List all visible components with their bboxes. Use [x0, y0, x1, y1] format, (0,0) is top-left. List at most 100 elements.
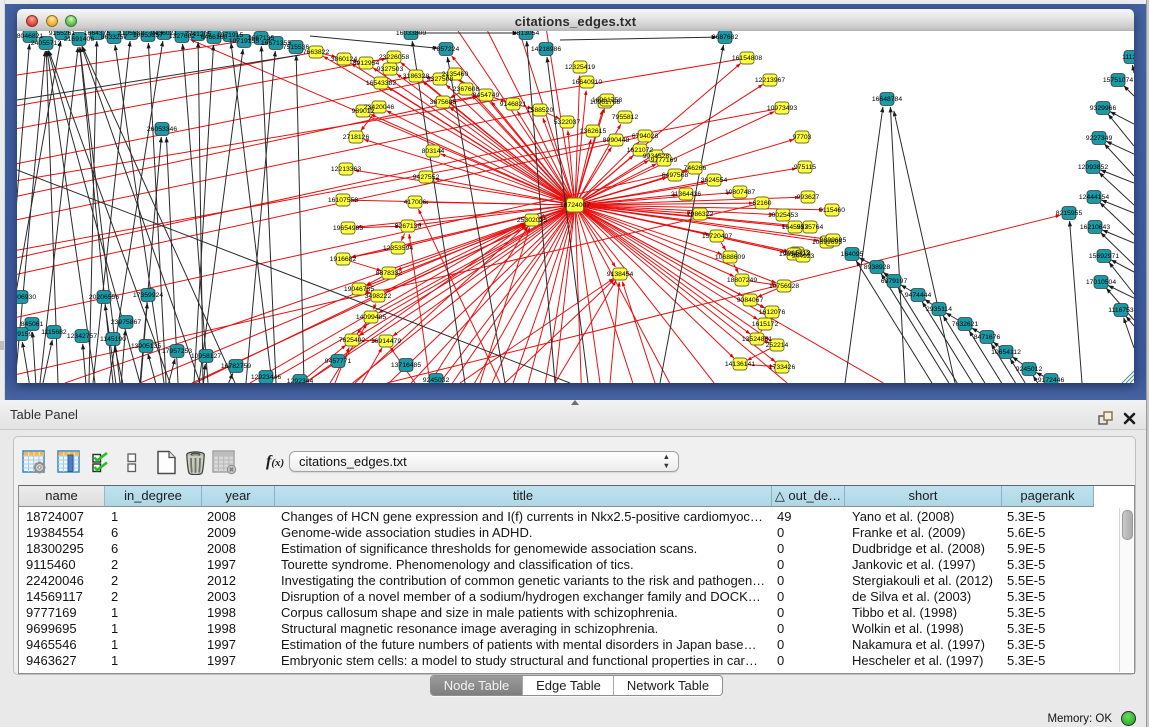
svg-text:746266: 746266 — [684, 165, 707, 172]
svg-text:164095: 164095 — [841, 251, 864, 258]
svg-text:23226058: 23226058 — [379, 54, 409, 61]
svg-text:7625402: 7625402 — [339, 337, 366, 344]
svg-text:15692971: 15692971 — [1089, 253, 1119, 260]
svg-text:845061: 845061 — [21, 321, 44, 328]
svg-text:1116753: 1116753 — [1108, 307, 1134, 314]
svg-text:1733426: 1733426 — [769, 364, 796, 371]
svg-text:12342757: 12342757 — [67, 333, 97, 340]
svg-text:3498222: 3498222 — [365, 293, 392, 300]
svg-text:10025453: 10025453 — [768, 212, 798, 219]
svg-text:16210643: 16210643 — [1080, 224, 1110, 231]
svg-text:18807249: 18807249 — [727, 277, 757, 284]
svg-text:9115460: 9115460 — [819, 207, 845, 214]
svg-text:975115: 975115 — [794, 164, 816, 171]
svg-text:25302035: 25302035 — [517, 217, 547, 224]
svg-text:9899695: 9899695 — [820, 237, 847, 244]
svg-text:944923: 944923 — [792, 253, 815, 260]
svg-text:2935114: 2935114 — [926, 306, 952, 313]
svg-text:2687682: 2687682 — [712, 34, 739, 41]
svg-text:8046821: 8046821 — [17, 33, 43, 40]
svg-text:21364436: 21364436 — [671, 191, 701, 198]
svg-text:26053346: 26053346 — [147, 126, 177, 133]
svg-text:1612076: 1612076 — [759, 309, 786, 316]
svg-text:10807487: 10807487 — [725, 189, 755, 196]
svg-text:8215955: 8215955 — [1056, 210, 1083, 217]
svg-text:16107553: 16107553 — [328, 197, 358, 204]
svg-text:7632621: 7632621 — [952, 321, 979, 328]
svg-text:9575764: 9575764 — [797, 224, 824, 231]
svg-text:1588520: 1588520 — [527, 107, 554, 114]
svg-text:8454749: 8454749 — [473, 92, 500, 99]
svg-text:21691406: 21691406 — [64, 36, 94, 43]
svg-text:2718126: 2718126 — [343, 134, 370, 141]
svg-text:14136141: 14136141 — [725, 361, 755, 368]
svg-text:97703: 97703 — [793, 134, 812, 141]
svg-text:9777169: 9777169 — [651, 157, 678, 164]
svg-text:8990448: 8990448 — [603, 137, 630, 144]
svg-text:16640910: 16640910 — [572, 79, 602, 86]
svg-text:16782759: 16782759 — [221, 363, 251, 370]
svg-text:8912954: 8912954 — [353, 60, 380, 67]
svg-text:9327503: 9327503 — [377, 66, 404, 73]
svg-text:23975867: 23975867 — [111, 319, 141, 326]
svg-text:3624554: 3624554 — [701, 177, 728, 184]
svg-text:16154808: 16154808 — [732, 55, 762, 62]
svg-text:8267130: 8267130 — [395, 223, 422, 230]
svg-text:12213967: 12213967 — [755, 77, 785, 84]
svg-text:1115682: 1115682 — [41, 329, 67, 336]
svg-text:9427552: 9427552 — [413, 174, 440, 181]
svg-text:9474444: 9474444 — [905, 292, 932, 299]
svg-text:7663822: 7663822 — [303, 49, 330, 56]
svg-text:9172446: 9172446 — [1038, 377, 1065, 383]
svg-text:13716485: 13716485 — [391, 362, 421, 369]
svg-text:16914479: 16914479 — [371, 338, 401, 345]
svg-text:8813054: 8813054 — [513, 31, 540, 37]
svg-text:9227349: 9227349 — [1086, 135, 1113, 142]
svg-text:12353594: 12353594 — [383, 245, 413, 252]
svg-text:14218986: 14218986 — [531, 46, 561, 53]
svg-text:9329966: 9329966 — [1090, 105, 1117, 112]
svg-text:9457771: 9457771 — [325, 358, 352, 365]
svg-text:12093852: 12093852 — [1078, 164, 1108, 171]
svg-text:8471676: 8471676 — [974, 334, 1001, 341]
svg-text:1916682: 1916682 — [330, 256, 357, 263]
svg-text:10973493: 10973493 — [767, 105, 797, 112]
svg-text:3186328: 3186328 — [403, 73, 430, 80]
svg-text:17010504: 17010504 — [1086, 279, 1116, 286]
svg-text:7857224: 7857224 — [433, 46, 460, 53]
svg-text:7986322: 7986322 — [687, 211, 714, 218]
svg-text:939159: 939159 — [17, 331, 33, 338]
svg-text:9138454: 9138454 — [607, 271, 634, 278]
svg-text:16648784: 16648784 — [872, 96, 902, 103]
svg-text:16033809: 16033809 — [396, 31, 426, 37]
svg-text:10654112: 10654112 — [991, 349, 1021, 356]
svg-text:11124: 11124 — [1122, 54, 1134, 61]
svg-text:1145190: 1145190 — [100, 336, 126, 343]
svg-text:6379197: 6379197 — [881, 278, 908, 285]
svg-text:1362615: 1362615 — [580, 128, 607, 135]
svg-text:6794028: 6794028 — [632, 133, 659, 140]
svg-text:9084067: 9084067 — [737, 297, 764, 304]
svg-text:7955812: 7955812 — [612, 114, 639, 121]
svg-text:10756928: 10756928 — [769, 283, 799, 290]
svg-text:8878332: 8878332 — [376, 270, 403, 277]
svg-text:18724007: 18724007 — [560, 202, 590, 209]
svg-text:10958127: 10958127 — [191, 353, 221, 360]
svg-text:252214: 252214 — [766, 342, 789, 349]
svg-text:9146821: 9146821 — [500, 101, 527, 108]
svg-text:14099485: 14099485 — [356, 314, 386, 321]
svg-text:16961758: 16961758 — [592, 97, 622, 104]
svg-text:9245032: 9245032 — [423, 377, 450, 383]
svg-text:17957253: 17957253 — [162, 348, 192, 355]
svg-text:19654983: 19654983 — [333, 225, 363, 232]
svg-text:15751074: 15751074 — [1103, 77, 1133, 84]
svg-text:23420046: 23420046 — [364, 104, 394, 111]
svg-text:62160: 62160 — [753, 200, 772, 207]
svg-text:9245012: 9245012 — [1016, 366, 1043, 373]
svg-text:26106930: 26106930 — [17, 294, 36, 301]
svg-text:3875685: 3875685 — [430, 99, 457, 106]
svg-text:10688609: 10688609 — [715, 254, 745, 261]
svg-text:803144: 803144 — [422, 148, 445, 155]
svg-text:16543382: 16543382 — [366, 80, 396, 87]
svg-text:12213363: 12213363 — [331, 166, 361, 173]
